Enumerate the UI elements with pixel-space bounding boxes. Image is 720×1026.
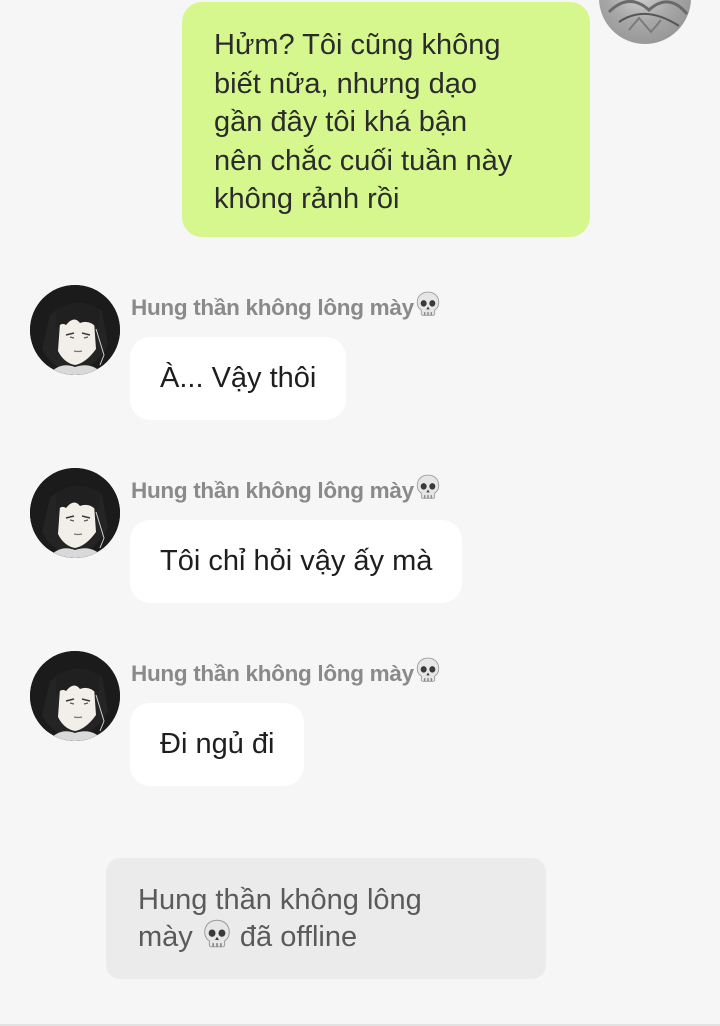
self-avatar[interactable] [599,0,691,44]
contact-avatar[interactable] [30,468,120,558]
notice-line-1: Hung thần không lông [138,884,422,916]
offline-notice: Hung thần không lông mày đã offline [106,858,546,979]
skull-icon [415,291,441,319]
notice-name-tail: mày [138,921,193,953]
received-message-bubble[interactable]: À... Vậy thôi [130,337,347,420]
sender-name-text: Hung thần không lông mày [131,295,414,320]
sender-name: Hung thần không lông mày [131,291,441,321]
notice-status-text: đã offline [239,921,358,953]
skull-icon [415,474,441,502]
sender-name-text: Hung thần không lông mày [131,661,414,686]
sender-name: Hung thần không lông mày [131,474,441,504]
sender-name: Hung thần không lông mày [131,657,441,687]
received-message-bubble[interactable]: Tôi chỉ hỏi vậy ấy mà [130,520,463,603]
skull-icon [415,657,441,685]
contact-avatar[interactable] [30,651,120,741]
sender-name-text: Hung thần không lông mày [131,478,414,503]
sent-message-bubble[interactable]: Hửm? Tôi cũng không biết nữa, nhưng dạo … [182,2,590,237]
contact-avatar[interactable] [30,285,120,375]
notice-line-2: mày đã offline [138,919,526,956]
received-message-bubble[interactable]: Đi ngủ đi [130,703,305,786]
skull-icon [202,919,232,951]
